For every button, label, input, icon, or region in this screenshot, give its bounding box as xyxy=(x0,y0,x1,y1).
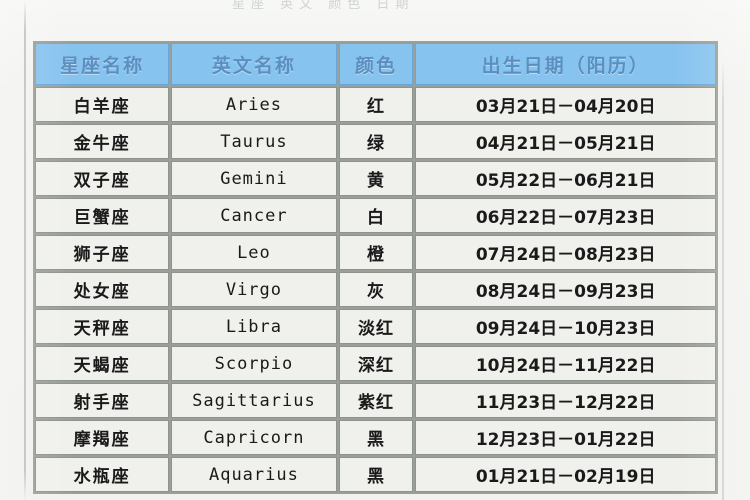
column-header-english-name: 英文名称 xyxy=(171,43,337,85)
cell-zodiac-name: 天秤座 xyxy=(35,309,170,344)
table-row: 狮子座 Leo 橙 07月24日－08月23日 xyxy=(35,235,716,270)
cell-birth-date: 06月22日－07月23日 xyxy=(415,198,716,233)
cell-birth-date: 11月23日－12月22日 xyxy=(415,383,716,418)
cell-color: 紫红 xyxy=(338,383,414,418)
cell-english-name: Aries xyxy=(171,87,337,122)
cell-birth-date: 05月22日－06月21日 xyxy=(415,161,716,196)
column-header-zodiac-name: 星座名称 xyxy=(35,43,170,85)
table-row: 射手座 Sagittarius 紫红 11月23日－12月22日 xyxy=(35,383,716,418)
table-row: 白羊座 Aries 红 03月21日－04月20日 xyxy=(35,87,716,122)
cell-zodiac-name: 摩羯座 xyxy=(35,420,170,455)
table-row: 水瓶座 Aquarius 黑 01月21日－02月19日 xyxy=(35,457,716,492)
cell-birth-date: 03月21日－04月20日 xyxy=(415,87,716,122)
cell-english-name: Sagittarius xyxy=(171,383,337,418)
cell-birth-date: 10月24日－11月22日 xyxy=(415,346,716,381)
cell-english-name: Aquarius xyxy=(171,457,337,492)
scan-right-edge-line xyxy=(722,60,724,500)
cell-birth-date: 09月24日－10月23日 xyxy=(415,309,716,344)
cell-zodiac-name: 双子座 xyxy=(35,161,170,196)
cell-birth-date: 12月23日－01月22日 xyxy=(415,420,716,455)
table-row: 双子座 Gemini 黄 05月22日－06月21日 xyxy=(35,161,716,196)
cell-color: 深红 xyxy=(338,346,414,381)
cell-color: 灰 xyxy=(338,272,414,307)
cell-color: 橙 xyxy=(338,235,414,270)
cell-english-name: Cancer xyxy=(171,198,337,233)
cell-color: 白 xyxy=(338,198,414,233)
table-row: 天蝎座 Scorpio 深红 10月24日－11月22日 xyxy=(35,346,716,381)
table-body: 白羊座 Aries 红 03月21日－04月20日 金牛座 Taurus 绿 0… xyxy=(35,87,716,492)
clipped-top-text: 星座 英文 颜色 日期 xyxy=(232,0,415,12)
cell-color: 红 xyxy=(338,87,414,122)
cell-birth-date: 04月21日－05月21日 xyxy=(415,124,716,159)
cell-birth-date: 01月21日－02月19日 xyxy=(415,457,716,492)
cell-english-name: Libra xyxy=(171,309,337,344)
column-header-color: 颜色 xyxy=(338,43,414,85)
table-row: 摩羯座 Capricorn 黑 12月23日－01月22日 xyxy=(35,420,716,455)
cell-zodiac-name: 狮子座 xyxy=(35,235,170,270)
cell-english-name: Virgo xyxy=(171,272,337,307)
cell-color: 黄 xyxy=(338,161,414,196)
cell-birth-date: 07月24日－08月23日 xyxy=(415,235,716,270)
cell-english-name: Taurus xyxy=(171,124,337,159)
cell-zodiac-name: 金牛座 xyxy=(35,124,170,159)
cell-zodiac-name: 白羊座 xyxy=(35,87,170,122)
cell-zodiac-name: 射手座 xyxy=(35,383,170,418)
cell-zodiac-name: 巨蟹座 xyxy=(35,198,170,233)
cell-color: 黑 xyxy=(338,457,414,492)
table-row: 处女座 Virgo 灰 08月24日－09月23日 xyxy=(35,272,716,307)
zodiac-table: 星座名称 英文名称 颜色 出生日期（阳历） 白羊座 Aries 红 03月21日… xyxy=(33,41,718,494)
cell-english-name: Leo xyxy=(171,235,337,270)
scan-left-edge-line xyxy=(24,0,26,500)
table-row: 天秤座 Libra 淡红 09月24日－10月23日 xyxy=(35,309,716,344)
cell-birth-date: 08月24日－09月23日 xyxy=(415,272,716,307)
column-header-birth-date: 出生日期（阳历） xyxy=(415,43,716,85)
cell-english-name: Gemini xyxy=(171,161,337,196)
cell-color: 黑 xyxy=(338,420,414,455)
cell-zodiac-name: 天蝎座 xyxy=(35,346,170,381)
cell-color: 淡红 xyxy=(338,309,414,344)
cell-color: 绿 xyxy=(338,124,414,159)
table-header: 星座名称 英文名称 颜色 出生日期（阳历） xyxy=(35,43,716,85)
cell-zodiac-name: 处女座 xyxy=(35,272,170,307)
table-header-row: 星座名称 英文名称 颜色 出生日期（阳历） xyxy=(35,43,716,85)
cell-english-name: Capricorn xyxy=(171,420,337,455)
cell-zodiac-name: 水瓶座 xyxy=(35,457,170,492)
table-row: 金牛座 Taurus 绿 04月21日－05月21日 xyxy=(35,124,716,159)
table-row: 巨蟹座 Cancer 白 06月22日－07月23日 xyxy=(35,198,716,233)
cell-english-name: Scorpio xyxy=(171,346,337,381)
